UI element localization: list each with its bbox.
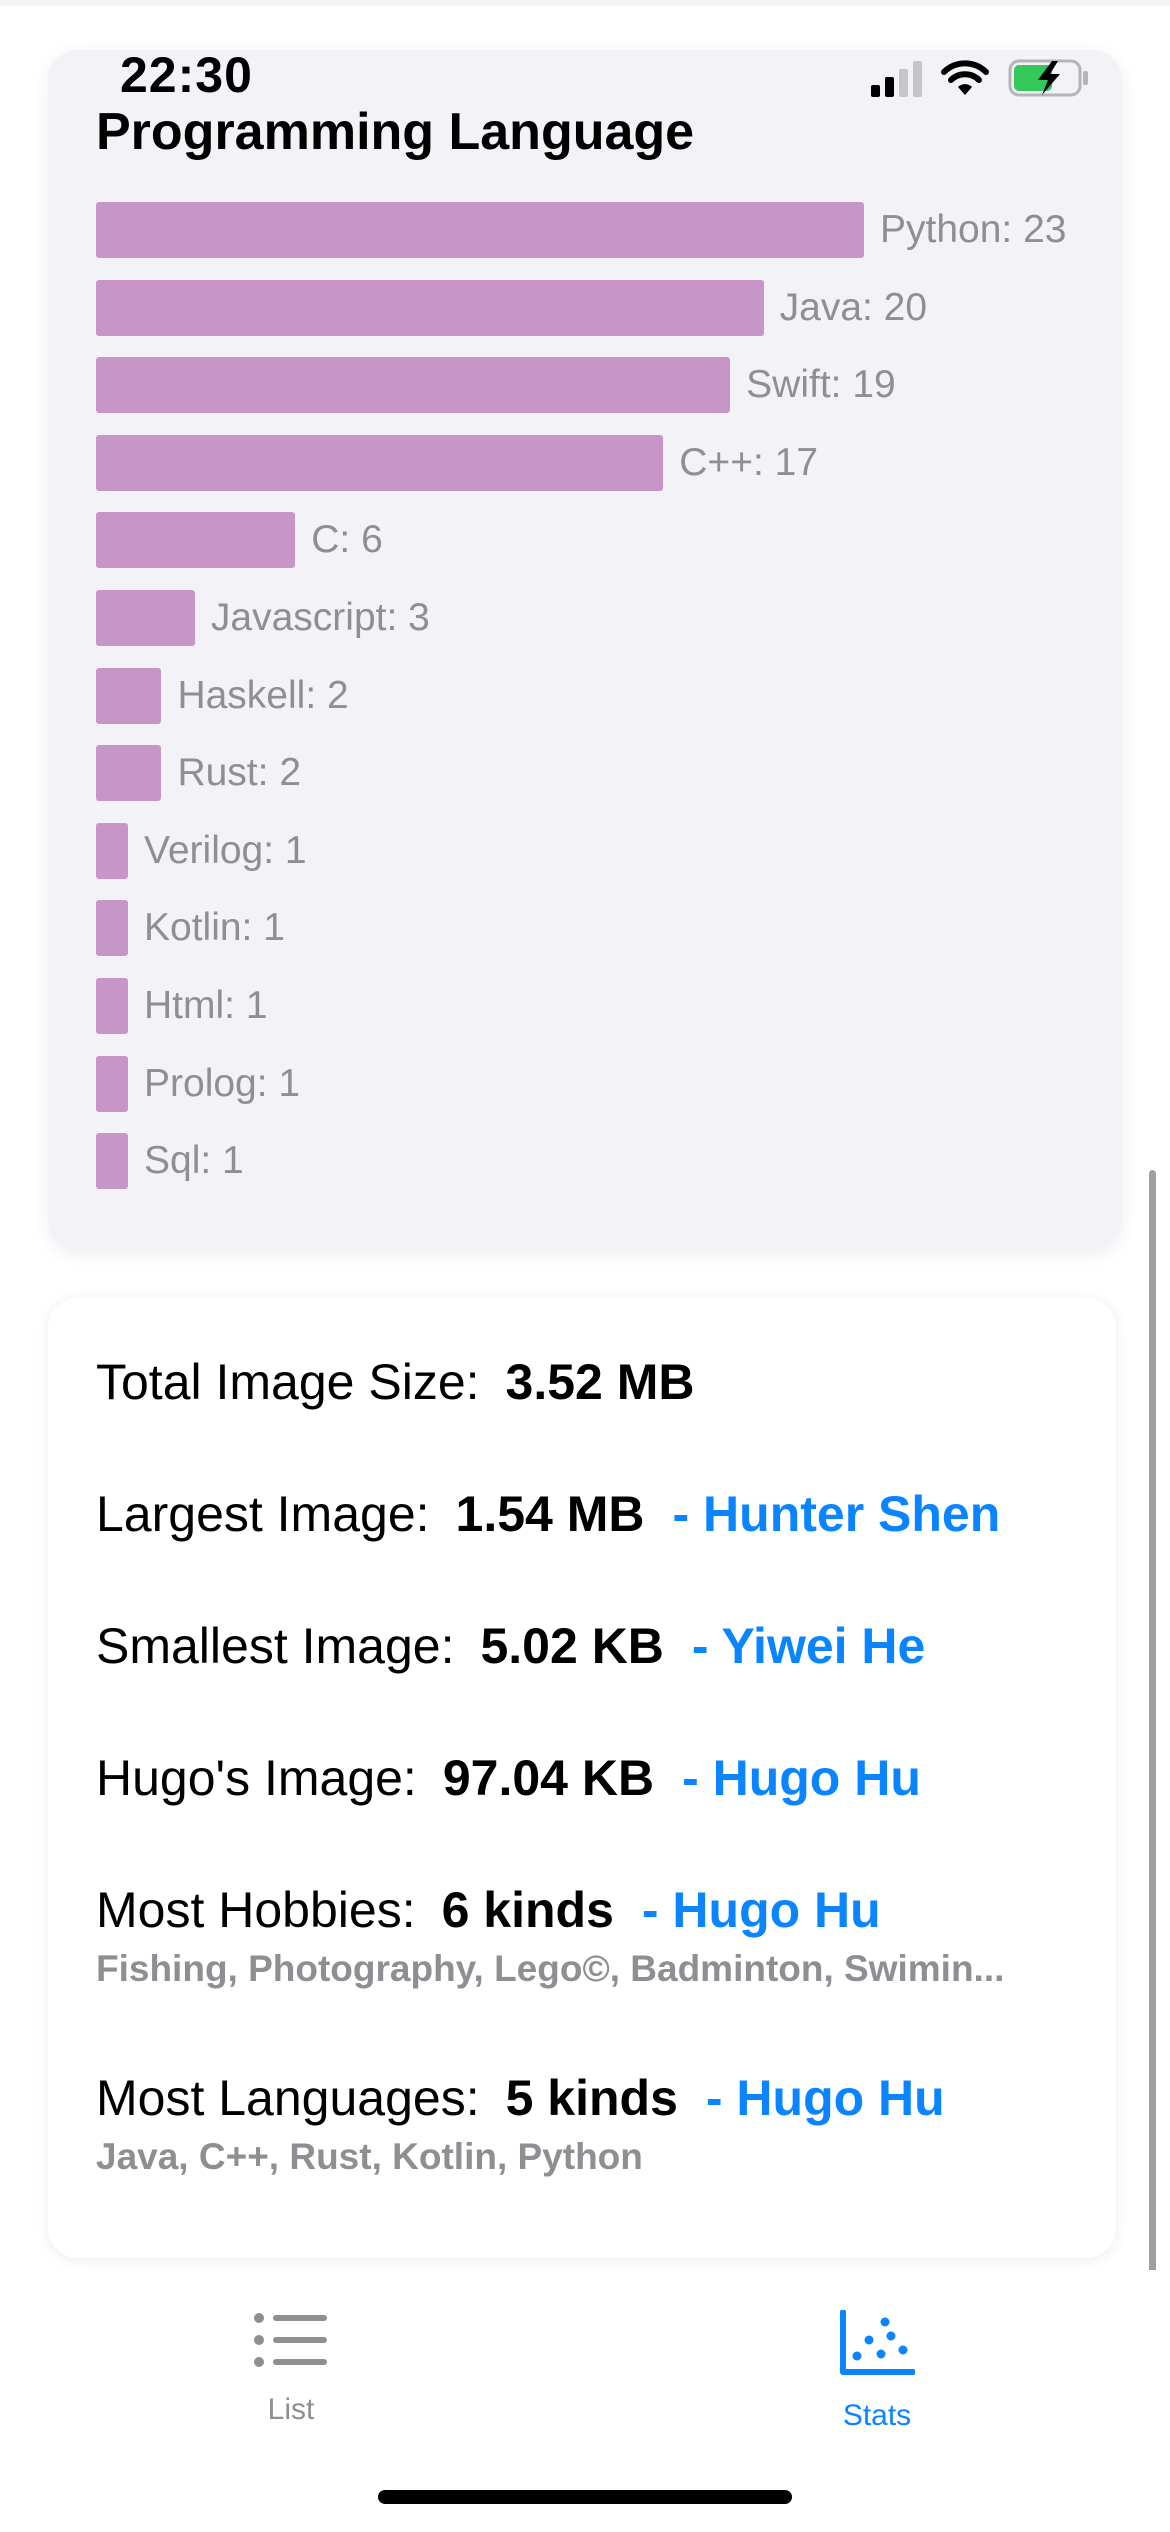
wifi-icon [940,59,990,97]
battery-charging-icon [1008,58,1090,98]
stat-value: 97.04 KB [442,1750,655,1806]
bar-label: Sql: 1 [144,1139,244,1183]
stat-label: Most Hobbies: [96,1882,416,1938]
stat-label: Most Languages: [96,2070,480,2126]
stat-person-link: - Hunter Shen [672,1486,1001,1542]
programming-language-chart-card: Programming Language Python: 23 Java: 20 S… [48,50,1122,1250]
bar-row: Sql: 1 [96,1133,244,1190]
bar-label: Prolog: 1 [144,1061,301,1105]
bar-row: Python: 23 [96,202,1066,258]
bar [96,202,864,258]
list-icon [253,2310,329,2375]
bar-row: C++: 17 [96,434,819,491]
stat-value: 6 kinds [441,1882,614,1938]
bar-label: Java: 20 [779,285,928,329]
chart-title: Programming Language [96,103,695,161]
bar-label: Haskell: 2 [177,673,349,717]
vertical-scrollbar[interactable] [1149,1170,1156,2280]
stat-value: 3.52 MB [505,1354,695,1410]
bar-row: Java: 20 [96,279,928,336]
bar [96,978,128,1034]
status-icons [871,56,1090,100]
bar [96,590,195,646]
bar-row: Rust: 2 [96,745,302,802]
bar [96,434,664,491]
top-edge-strip [0,0,1170,6]
tab-label: List [267,2393,315,2426]
bar-label: Swift: 19 [746,363,896,407]
bar [96,512,296,569]
stats-chart-icon [839,2309,916,2381]
bar [96,667,162,724]
bar-row: Haskell: 2 [96,667,349,724]
stat-value: 1.54 MB [455,1486,645,1542]
stat-person-link: - Hugo Hu [682,1750,921,1806]
stat-hugos-image: Hugo's Image: 97.04 KB - Hugo Hu [96,1748,921,1808]
stat-most-hobbies: Most Hobbies: 6 kinds - Hugo Hu Fishing,… [96,1880,1004,1990]
stat-total-image-size: Total Image Size: 3.52 MB [96,1352,695,1412]
stat-label: Smallest Image: [96,1618,455,1674]
bar-row: Swift: 19 [96,357,896,414]
bar-row: Kotlin: 1 [96,900,285,957]
bar [96,1055,128,1112]
bar-label: Python: 23 [880,208,1067,251]
bar-row: Verilog: 1 [96,822,307,879]
bar-label: C: 6 [311,518,383,562]
bar-label: Verilog: 1 [144,828,307,872]
bar [96,1133,128,1190]
home-indicator [378,2490,792,2504]
stat-smallest-image: Smallest Image: 5.02 KB - Yiwei He [96,1616,925,1676]
bar-label: Html: 1 [144,984,268,1027]
bar-row: Prolog: 1 [96,1055,301,1112]
status-time: 22:30 [120,47,253,103]
stat-most-languages: Most Languages: 5 kinds - Hugo Hu Java, … [96,2068,945,2178]
stat-label: Total Image Size: [96,1354,480,1410]
bar [96,279,764,336]
tab-label: Stats [842,2399,912,2432]
bar-row: Html: 1 [96,978,268,1034]
bar [96,745,162,802]
stat-person-link: - Hugo Hu [705,2070,945,2126]
bar-row: Javascript: 3 [96,590,430,646]
bar [96,900,128,957]
tab-stats[interactable]: Stats [777,2309,977,2433]
image-stats-card: Total Image Size: 3.52 MB Largest Image:… [48,1298,1116,2258]
stat-person-link: - Hugo Hu [641,1882,881,1938]
tab-list[interactable]: List [191,2310,391,2427]
stat-label: Hugo's Image: [96,1750,417,1806]
bar-label: Javascript: 3 [210,596,430,639]
bar-label: C++: 17 [679,440,819,484]
bar [96,822,128,879]
stat-largest-image: Largest Image: 1.54 MB - Hunter Shen [96,1484,1000,1544]
stat-label: Largest Image: [96,1486,430,1542]
cellular-signal-icon [871,59,922,97]
stat-value: 5.02 KB [480,1618,664,1674]
stat-person-link: - Yiwei He [691,1618,926,1674]
bar-label: Kotlin: 1 [144,906,285,950]
hobbies-list: Fishing, Photography, Lego©, Badminton, … [96,1948,1005,1989]
bar [96,357,731,414]
bar-row: C: 6 [96,512,383,569]
stat-value: 5 kinds [505,2070,678,2126]
bar-label: Rust: 2 [177,751,302,795]
languages-list: Java, C++, Rust, Kotlin, Python [96,2136,643,2177]
